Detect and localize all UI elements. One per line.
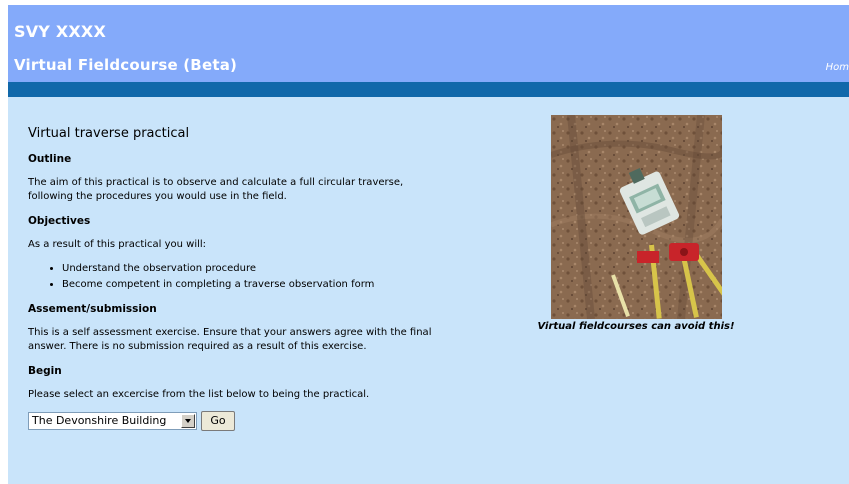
exercise-select[interactable]: The Devonshire Building (28, 412, 197, 430)
chevron-down-icon[interactable] (181, 414, 195, 428)
outline-text: The aim of this practical is to observe … (28, 177, 404, 202)
course-code: SVY XXXX (14, 22, 107, 41)
exercise-select-value: The Devonshire Building (32, 414, 167, 427)
objectives-intro: As a result of this practical you will: (28, 239, 207, 250)
assessment-text: This is a self assessment exercise. Ensu… (28, 327, 432, 352)
main-content: Virtual traverse practical Outline The a… (28, 126, 438, 431)
objectives-list: Understand the observation procedure Bec… (28, 262, 438, 292)
site-header: SVY XXXX Virtual Fieldcourse (Beta) Hom (8, 5, 849, 82)
go-button[interactable]: Go (201, 411, 235, 431)
nav-bar (8, 82, 849, 97)
outline-heading: Outline (28, 153, 72, 165)
page-title: Virtual traverse practical (28, 126, 190, 141)
objectives-heading: Objectives (28, 215, 91, 227)
assessment-heading: Assement/submission (28, 303, 157, 315)
photo-caption: Virtual fieldcourses can avoid this! (537, 321, 735, 332)
begin-text: Please select an excercise from the list… (28, 389, 370, 400)
exercise-form: The Devonshire Building Go (28, 411, 438, 431)
list-item: Become competent in completing a travers… (62, 278, 438, 292)
list-item: Understand the observation procedure (62, 262, 438, 276)
begin-heading: Begin (28, 365, 62, 377)
site-title: Virtual Fieldcourse (Beta) (14, 56, 238, 74)
fieldwork-photo (551, 115, 722, 319)
home-link[interactable]: Hom (826, 62, 849, 73)
page-frame: SVY XXXX Virtual Fieldcourse (Beta) Hom … (8, 5, 849, 484)
